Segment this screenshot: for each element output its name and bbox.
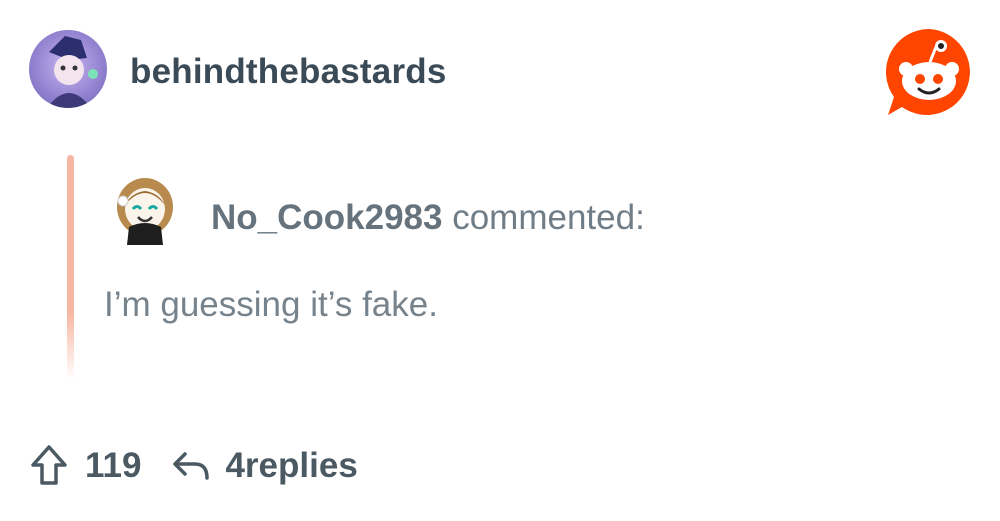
subreddit-avatar[interactable] (29, 30, 107, 108)
subreddit-name[interactable]: behindthebastards (130, 50, 447, 94)
truncation-fade (104, 366, 904, 384)
comment-header: No_Cook2983 commented: (211, 196, 645, 240)
reddit-logo-icon (884, 27, 974, 117)
comment-action-label: commented: (442, 198, 645, 237)
replies-count[interactable]: 4replies (225, 446, 357, 486)
vote-count: 119 (85, 446, 142, 485)
reply-icon[interactable] (171, 446, 213, 486)
commenter-username[interactable]: No_Cook2983 (211, 198, 442, 237)
shared-comment-card: behindthebastards No_Cook2983 commented:… (0, 0, 1000, 521)
commenter-avatar[interactable] (111, 175, 179, 245)
post-actions: 119 4replies (29, 440, 358, 492)
upvote-icon[interactable] (29, 443, 69, 489)
quote-bar (67, 155, 74, 380)
comment-body: I’m guessing it’s fake. (104, 285, 438, 324)
